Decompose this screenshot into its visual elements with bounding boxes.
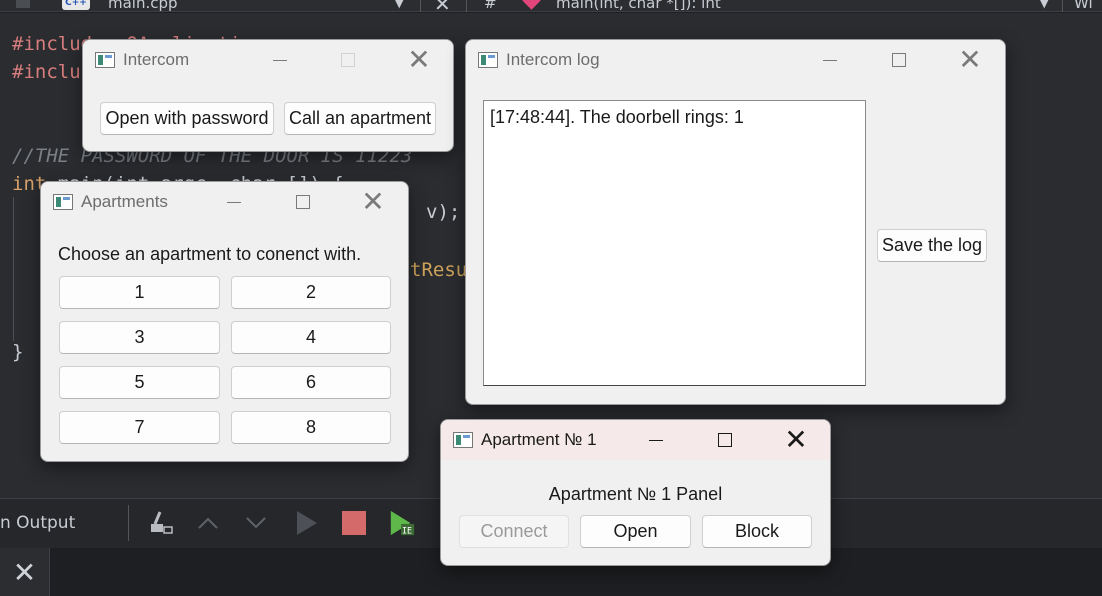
- app-window-icon: [53, 194, 73, 210]
- apartments-window: Apartments ✕ Choose an apartment to cone…: [40, 181, 409, 462]
- maximize-icon[interactable]: [702, 424, 748, 456]
- maximize-icon: [325, 44, 371, 76]
- right-selector[interactable]: Wi: [1074, 0, 1093, 12]
- cpp-file-icon: C++: [62, 0, 90, 10]
- log-line: [17:48:44]. The doorbell rings: 1: [490, 107, 744, 127]
- intercom-log-titlebar[interactable]: Intercom log ✕: [466, 40, 1005, 80]
- call-apartment-button[interactable]: Call an apartment: [284, 102, 436, 135]
- apartment-button-5[interactable]: 5: [59, 366, 220, 399]
- connect-button: Connect: [459, 515, 569, 548]
- window-title: Intercom: [123, 50, 190, 69]
- apartment-panel-window: Apartment № 1 ✕ Apartment № 1 Panel Conn…: [440, 419, 831, 566]
- chevron-down-icon[interactable]: ▼: [395, 0, 403, 10]
- run-icon[interactable]: [292, 509, 320, 537]
- app-window-icon: [453, 432, 473, 448]
- apartment-panel-titlebar[interactable]: Apartment № 1 ✕: [441, 420, 830, 460]
- window-title: Apartment № 1: [481, 430, 597, 449]
- ide-toolbar: C++ main.cpp ▼ ✕ # main(int, char *[]): …: [0, 0, 1102, 16]
- app-window-icon: [478, 52, 498, 68]
- close-icon[interactable]: ✕: [947, 44, 993, 76]
- apartment-button-2[interactable]: 2: [231, 276, 391, 309]
- window-title: Intercom log: [506, 50, 600, 69]
- apartment-button-3[interactable]: 3: [59, 321, 220, 354]
- debug-run-icon[interactable]: IE: [388, 509, 416, 537]
- apartment-button-7[interactable]: 7: [59, 411, 220, 444]
- symbol-hash: #: [484, 0, 497, 12]
- apartments-titlebar[interactable]: Apartments ✕: [41, 182, 408, 222]
- function-dropdown-icon[interactable]: ▼: [1040, 0, 1048, 10]
- close-icon[interactable]: ✕: [396, 44, 442, 76]
- block-button[interactable]: Block: [702, 515, 812, 548]
- code-line-close-brace: }: [12, 341, 24, 363]
- file-tab-label[interactable]: main.cpp: [108, 0, 178, 12]
- apartment-prompt: Choose an apartment to conenct with.: [58, 244, 362, 264]
- function-symbol-icon: [522, 0, 541, 10]
- apartment-panel-heading: Apartment № 1 Panel: [548, 484, 723, 504]
- chevron-down-icon[interactable]: [242, 509, 270, 537]
- clear-output-icon[interactable]: [146, 509, 174, 537]
- close-icon[interactable]: ✕: [0, 548, 50, 596]
- intercom-log-window: Intercom log ✕ [17:48:44]. The doorbell …: [465, 39, 1006, 405]
- intercom-window: Intercom ✕ Open with password Call an ap…: [82, 39, 454, 152]
- open-button[interactable]: Open: [580, 515, 691, 548]
- function-selector[interactable]: main(int, char *[]): int: [556, 0, 721, 12]
- log-textarea[interactable]: [17:48:44]. The doorbell rings: 1: [483, 100, 866, 386]
- code-line-include-2: #inclu: [12, 61, 81, 83]
- apartment-button-4[interactable]: 4: [231, 321, 391, 354]
- code-line-v: v);: [426, 201, 461, 223]
- save-log-button[interactable]: Save the log: [877, 229, 987, 262]
- open-with-password-button[interactable]: Open with password: [100, 102, 274, 135]
- apartment-button-1[interactable]: 1: [59, 276, 220, 309]
- code-line-result: tResu: [410, 259, 468, 281]
- chevron-up-icon[interactable]: [194, 509, 222, 537]
- minimize-icon[interactable]: [633, 424, 679, 456]
- minimize-icon[interactable]: [807, 44, 853, 76]
- minimize-icon[interactable]: [257, 44, 303, 76]
- apartment-button-6[interactable]: 6: [231, 366, 391, 399]
- lock-icon: [16, 0, 30, 8]
- window-title: Apartments: [81, 192, 168, 211]
- app-window-icon: [95, 52, 115, 68]
- close-icon[interactable]: ✕: [350, 186, 396, 218]
- close-icon[interactable]: ✕: [773, 424, 819, 456]
- minimize-icon[interactable]: [211, 186, 257, 218]
- svg-text:IE: IE: [402, 525, 412, 535]
- maximize-icon[interactable]: [280, 186, 326, 218]
- stop-icon[interactable]: [340, 509, 368, 537]
- output-tab-label[interactable]: n Output: [0, 513, 75, 533]
- maximize-icon[interactable]: [876, 44, 922, 76]
- apartment-button-8[interactable]: 8: [231, 411, 391, 444]
- intercom-titlebar[interactable]: Intercom ✕: [83, 40, 453, 80]
